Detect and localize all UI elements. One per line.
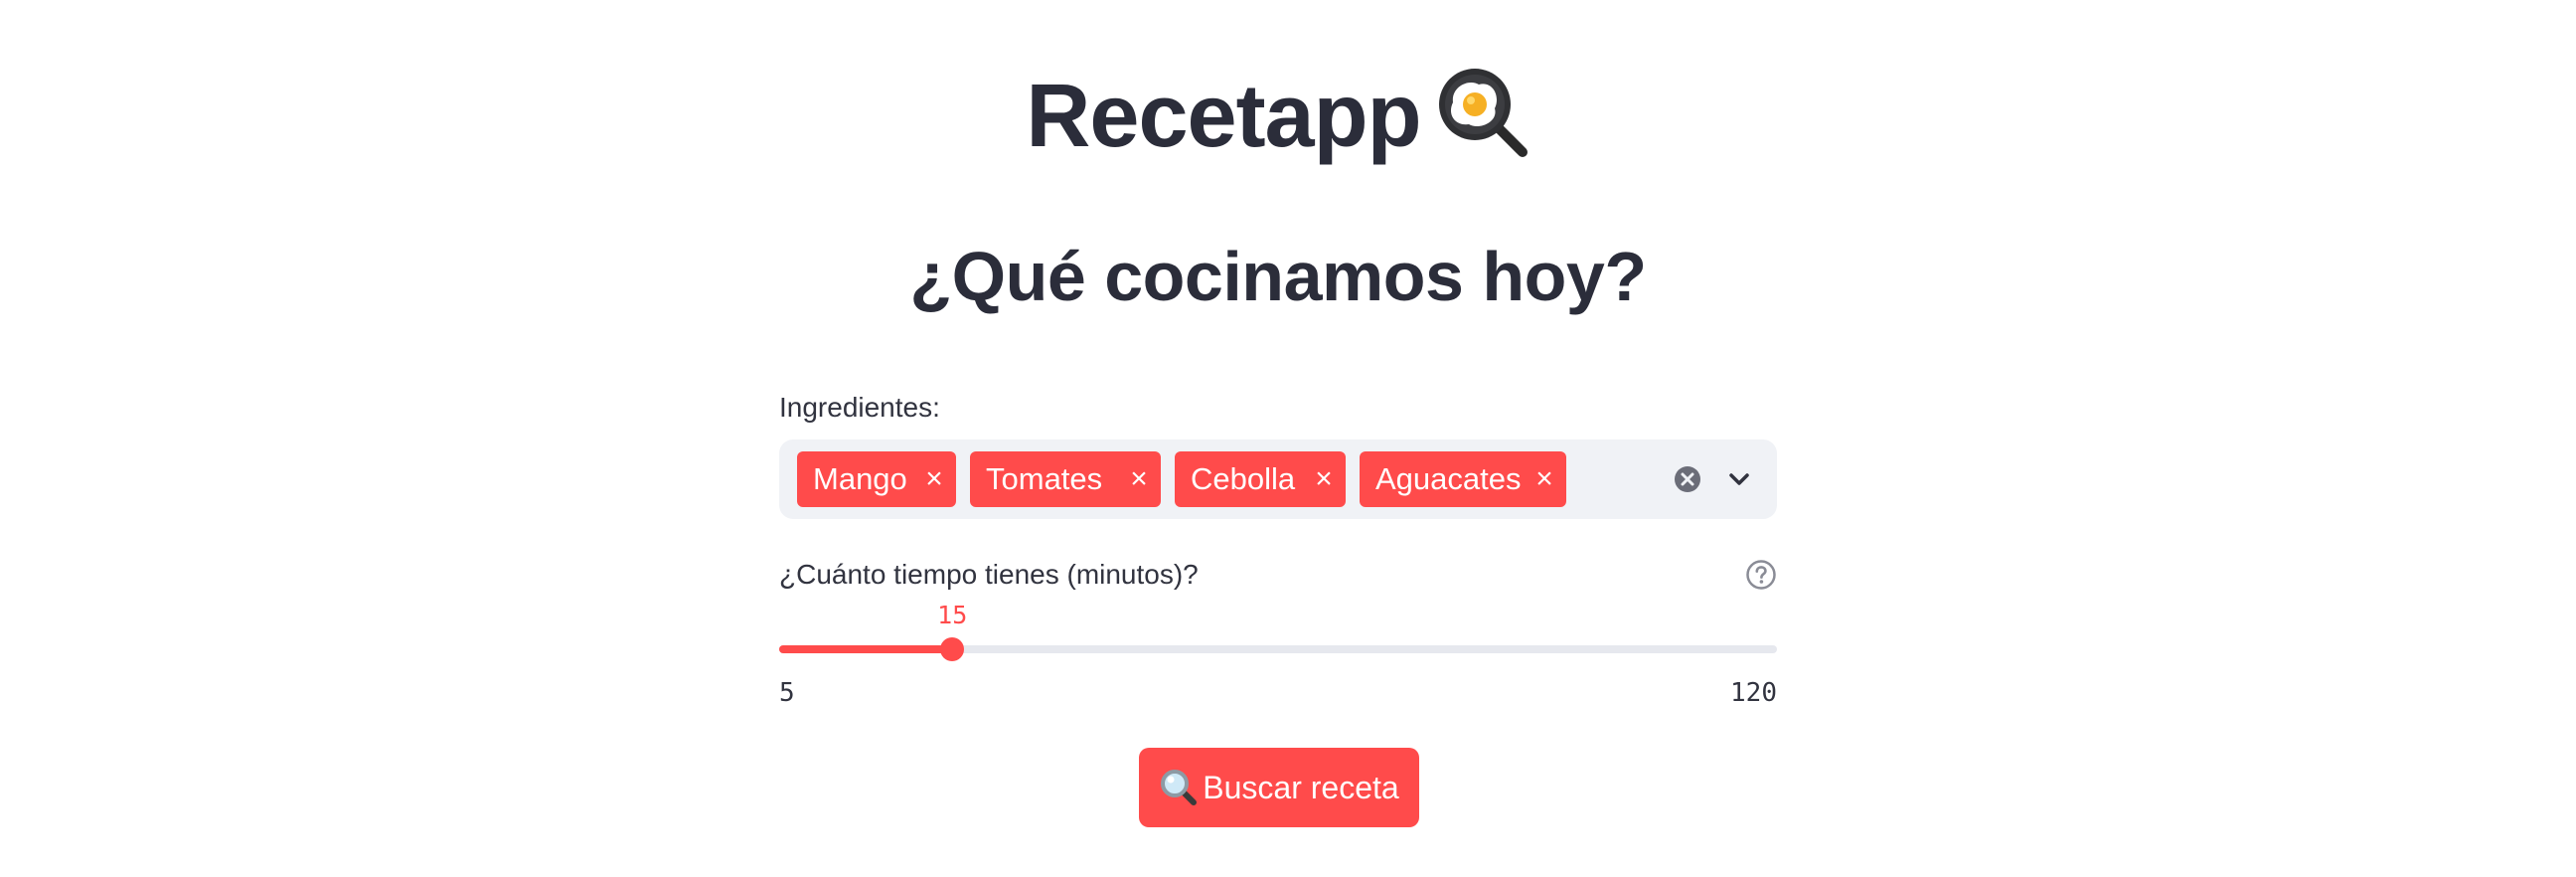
remove-tag-icon[interactable]: × [922, 451, 946, 507]
clear-all-icon[interactable] [1674, 465, 1701, 493]
time-label: ¿Cuánto tiempo tienes (minutos)? [779, 559, 1199, 590]
slider-min-label: 5 [779, 678, 795, 708]
ingredient-tag: Mango × [797, 451, 956, 507]
time-slider-track[interactable] [779, 645, 1777, 653]
time-slider-thumb[interactable] [940, 637, 965, 661]
search-recipe-button[interactable]: Buscar receta [1139, 748, 1419, 827]
page-title: Recetapp [779, 62, 1777, 171]
magnifier-icon [1161, 770, 1198, 805]
ingredients-multiselect[interactable]: Mango × Tomates × Cebolla × Aguacates × [779, 439, 1777, 519]
page-title-text: Recetapp [1026, 67, 1421, 166]
frying-pan-egg-icon [1438, 69, 1528, 157]
remove-tag-icon[interactable]: × [1532, 451, 1556, 507]
ingredients-label: Ingredientes: [779, 392, 940, 423]
slider-current-value: 15 [937, 601, 968, 629]
remove-tag-icon[interactable]: × [1127, 451, 1151, 507]
search-recipe-label: Buscar receta [1203, 770, 1399, 805]
remove-tag-icon[interactable]: × [1312, 451, 1336, 507]
ingredient-tag-label: Mango [813, 461, 907, 496]
ingredient-tag-label: Tomates [986, 461, 1103, 496]
ingredient-tag-label: Cebolla [1191, 461, 1296, 496]
slider-max-label: 120 [1730, 678, 1777, 708]
ingredient-tag: Aguacates × [1360, 451, 1566, 507]
help-circle-icon[interactable] [1745, 559, 1777, 591]
chevron-down-icon[interactable] [1723, 463, 1755, 495]
time-slider-fill [779, 645, 953, 653]
ingredient-tag: Tomates × [970, 451, 1161, 507]
page-subtitle: ¿Qué cocinamos hoy? [909, 238, 1647, 315]
ingredient-tag-label: Aguacates [1375, 461, 1522, 496]
ingredient-tag: Cebolla × [1175, 451, 1346, 507]
